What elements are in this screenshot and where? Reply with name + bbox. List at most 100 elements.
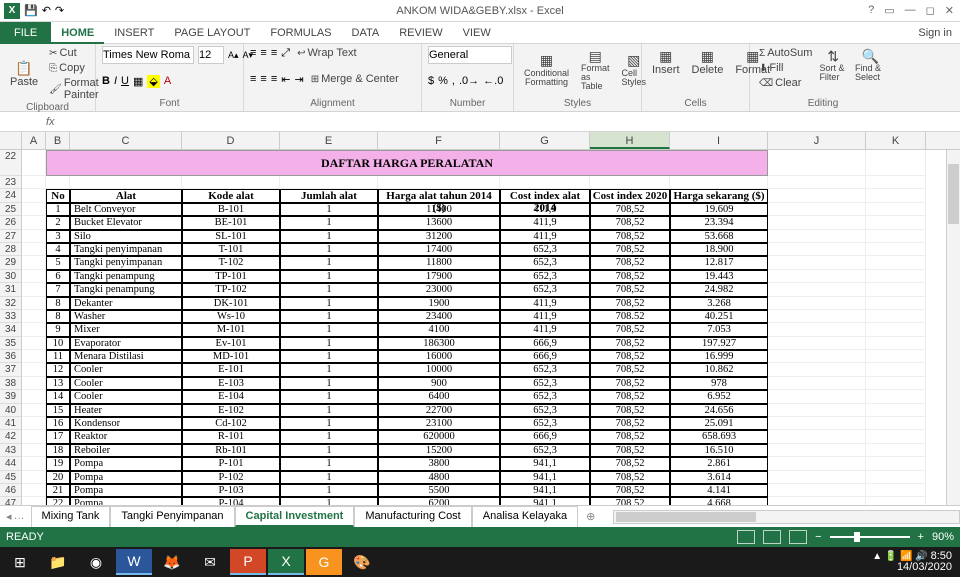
row-header[interactable]: 33 [0,310,22,323]
cell[interactable]: 186300 [378,337,500,350]
cell[interactable] [866,189,926,202]
file-explorer-icon[interactable]: 📁 [40,549,76,575]
cell[interactable] [866,283,926,296]
cell[interactable]: 6200 [378,497,500,505]
cell[interactable]: 1 [280,230,378,243]
cell[interactable]: 941,1 [500,497,590,505]
cell[interactable] [768,363,866,376]
menu-tab-insert[interactable]: INSERT [104,24,164,42]
cell[interactable]: T-101 [182,243,280,256]
cell[interactable]: Ws-10 [182,310,280,323]
comma-button[interactable]: , [452,75,455,87]
underline-button[interactable]: U [121,75,129,87]
cell[interactable]: 708,52 [590,444,670,457]
cell[interactable]: 708,52 [590,203,670,216]
cell[interactable] [866,216,926,229]
cell[interactable] [866,444,926,457]
sheet-tab[interactable]: Tangki Penyimpanan [110,506,234,527]
cell[interactable]: 652,3 [500,377,590,390]
add-sheet-button[interactable]: ⊕ [578,510,603,523]
cell[interactable] [768,310,866,323]
save-icon[interactable]: 💾 [24,4,38,17]
cell[interactable]: Tangki penyimpanan [70,256,182,269]
cell[interactable] [866,203,926,216]
cell[interactable] [768,150,866,176]
cell[interactable]: 3.614 [670,471,768,484]
paste-button[interactable]: 📋Paste [6,58,42,90]
cell[interactable]: 1 [280,243,378,256]
align-mid-icon[interactable]: ≡ [260,47,266,59]
cell[interactable]: Pompa [70,457,182,470]
cell[interactable]: 4100 [378,323,500,336]
close-icon[interactable]: ✕ [945,4,954,17]
zoom-slider[interactable] [830,536,910,538]
cell[interactable]: 978 [670,377,768,390]
cell[interactable] [22,471,46,484]
number-format-select[interactable] [428,46,512,64]
file-tab[interactable]: FILE [0,22,51,44]
cell[interactable]: 666,9 [500,337,590,350]
cell[interactable]: 1 [280,404,378,417]
cell[interactable] [866,430,926,443]
word-icon[interactable]: W [116,549,152,575]
cell[interactable]: 31200 [378,230,500,243]
row-header[interactable]: 38 [0,377,22,390]
cell[interactable]: 18 [46,444,70,457]
cell[interactable]: 1 [280,283,378,296]
horizontal-scrollbar[interactable] [613,510,960,524]
cell[interactable] [768,337,866,350]
firefox-icon[interactable]: 🦊 [154,549,190,575]
cell[interactable] [22,417,46,430]
cell[interactable] [768,497,866,505]
inc-decimal-button[interactable]: .0→ [459,75,479,87]
cell[interactable]: Tangki penampung [70,270,182,283]
row-header[interactable]: 47 [0,497,22,505]
cell[interactable]: 708,52 [590,283,670,296]
spreadsheet-grid[interactable]: 22DAFTAR HARGA PERALATAN2324NoAlatKode a… [0,150,960,505]
sheet-tab[interactable]: Manufacturing Cost [354,506,471,527]
insert-cells-button[interactable]: ▦Insert [648,46,684,78]
border-button[interactable]: ▦ [133,75,143,88]
cell[interactable]: Reaktor [70,430,182,443]
cell[interactable]: Bucket Elevator [70,216,182,229]
cell[interactable]: 708,52 [590,497,670,505]
row-header[interactable]: 32 [0,297,22,310]
row-header[interactable]: 26 [0,216,22,229]
cell[interactable] [768,297,866,310]
row-header[interactable]: 27 [0,230,22,243]
cell[interactable]: 3800 [378,457,500,470]
column-header-F[interactable]: F [378,132,500,149]
cell[interactable]: TP-102 [182,283,280,296]
cell[interactable] [22,484,46,497]
cell[interactable]: Washer [70,310,182,323]
cell[interactable] [22,176,46,189]
cell[interactable]: 17900 [378,270,500,283]
cell[interactable]: 16.510 [670,444,768,457]
cell[interactable]: MD-101 [182,350,280,363]
cell[interactable]: 1 [280,310,378,323]
menu-tab-page-layout[interactable]: PAGE LAYOUT [164,24,260,42]
help-icon[interactable]: ? [868,4,874,17]
cell[interactable]: 708,52 [590,350,670,363]
align-right-icon[interactable]: ≡ [271,73,277,85]
cell[interactable] [22,256,46,269]
cell[interactable] [22,430,46,443]
sheet-tab[interactable]: Mixing Tank [31,506,111,527]
cell[interactable]: 197.927 [670,337,768,350]
find-select-button[interactable]: 🔍Find & Select [851,46,890,90]
page-layout-button[interactable] [763,530,781,544]
cell[interactable] [768,457,866,470]
row-header[interactable]: 37 [0,363,22,376]
cell[interactable] [768,377,866,390]
cell[interactable] [768,230,866,243]
cell[interactable] [866,323,926,336]
maximize-icon[interactable]: ◻ [926,4,935,17]
cell[interactable] [866,176,926,189]
cell[interactable]: 4.668 [670,497,768,505]
cell[interactable]: Dekanter [70,297,182,310]
cell[interactable]: 708,52 [590,471,670,484]
cell[interactable] [768,350,866,363]
cell[interactable]: Tangki penyimpanan [70,243,182,256]
cell[interactable] [866,471,926,484]
cell[interactable]: Pompa [70,484,182,497]
